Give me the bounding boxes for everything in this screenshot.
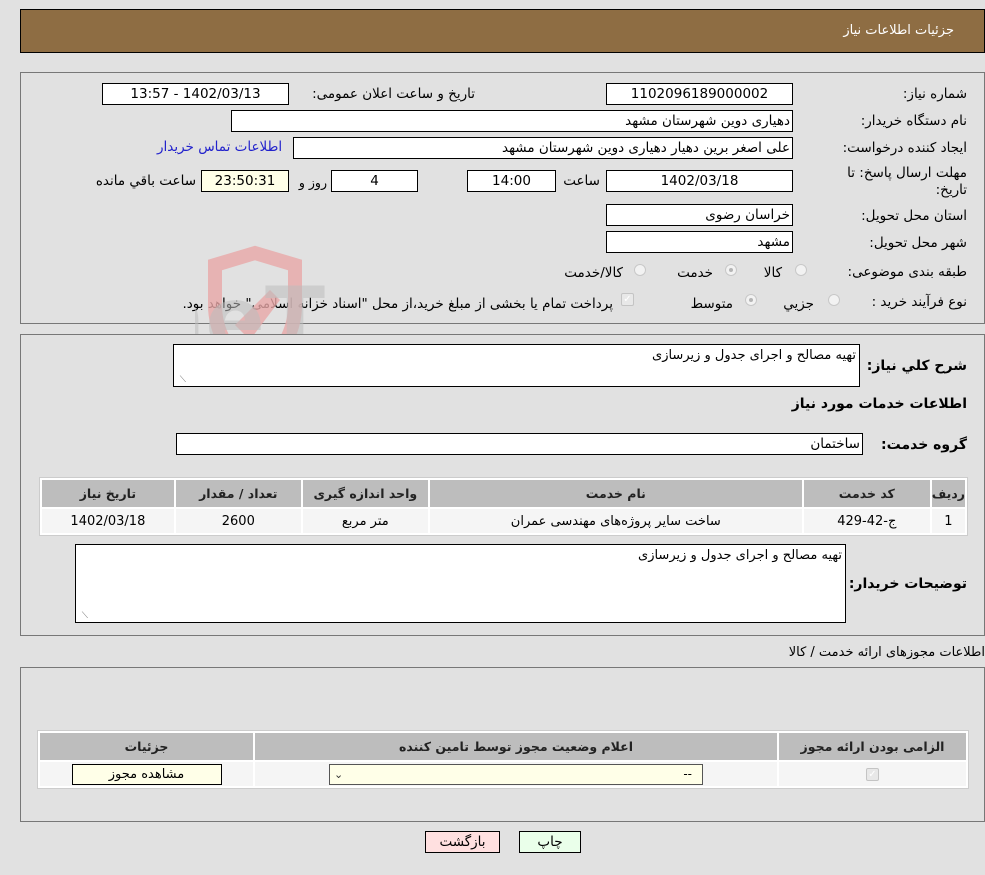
category-option-goods-service: کالا/خدمت: [564, 265, 623, 281]
service-group-label: گروه خدمت:: [881, 437, 967, 453]
category-radio-goods[interactable]: [795, 264, 807, 276]
col-permit-required: الزامی بودن ارائه مجوز: [779, 733, 966, 760]
resize-grip-icon[interactable]: ⟋: [176, 375, 186, 385]
announce-date-label: تاریخ و ساعت اعلان عمومی:: [312, 86, 475, 102]
creator-field: علی اصغر برین دهیار دهیاری دوین شهرستان …: [293, 137, 793, 159]
permits-table: الزامی بودن ارائه مجوز اعلام وضعیت مجوز …: [37, 730, 969, 789]
col-service-name: نام خدمت: [429, 480, 802, 507]
table-row: ✓ -- ⌄ مشاهده مجوز: [40, 762, 966, 786]
treasury-note: پرداخت تمام یا بخشی از مبلغ خرید،از محل …: [182, 296, 613, 312]
cell-service-name: ساخت سایر پروژه‌های مهندسی عمران: [429, 509, 802, 533]
category-radio-service[interactable]: [725, 264, 737, 276]
print-button[interactable]: چاپ: [519, 831, 581, 853]
need-number-label: شماره نیاز:: [902, 86, 967, 102]
permit-status-select[interactable]: -- ⌄: [329, 763, 703, 785]
cell-row-number: 1: [931, 509, 965, 533]
days-remaining-field: 4: [331, 170, 418, 192]
permits-table-header: الزامی بودن ارائه مجوز اعلام وضعیت مجوز …: [40, 733, 966, 760]
buyer-notes-textarea[interactable]: تهیه مصالح و اجرای جدول و زیرسازی ⟋: [75, 544, 846, 623]
page-title: جزئیات اطلاعات نیاز: [843, 23, 954, 38]
permit-status-value: --: [683, 766, 692, 781]
deadline-label-line2: تاریخ:: [935, 182, 967, 198]
buyer-notes-text: تهیه مصالح و اجرای جدول و زیرسازی: [638, 548, 842, 563]
col-row-number: ردیف: [931, 480, 965, 507]
category-option-service: خدمت: [677, 265, 713, 281]
cell-quantity: 2600: [175, 509, 301, 533]
services-table-header: ردیف کد خدمت نام خدمت واحد اندازه گیری ت…: [42, 480, 965, 507]
creator-label: ایجاد کننده درخواست:: [842, 140, 967, 156]
services-heading: اطلاعات خدمات مورد نیاز: [791, 396, 967, 412]
category-label: طبقه بندی موضوعی:: [847, 264, 967, 280]
process-option-minor: جزيي: [783, 296, 814, 312]
buyer-org-label: نام دستگاه خریدار:: [860, 113, 967, 129]
general-description-text: تهیه مصالح و اجرای جدول و زیرسازی: [652, 348, 856, 363]
days-label: روز و: [298, 175, 327, 190]
cell-unit: متر مربع: [302, 509, 428, 533]
general-description-textarea[interactable]: تهیه مصالح و اجرای جدول و زیرسازی ⟋: [173, 344, 860, 387]
buyer-org-field: دهیاری دوین شهرستان مشهد: [231, 110, 793, 132]
process-radio-medium[interactable]: [745, 294, 757, 306]
services-table: ردیف کد خدمت نام خدمت واحد اندازه گیری ت…: [39, 477, 968, 536]
buyer-notes-label: توضیحات خریدار:: [848, 576, 967, 592]
province-label: استان محل تحویل:: [861, 208, 967, 224]
buyer-contact-link[interactable]: اطلاعات تماس خریدار: [157, 139, 282, 155]
process-option-medium: متوسط: [690, 296, 733, 312]
page-header: جزئیات اطلاعات نیاز: [20, 9, 985, 53]
remaining-time-field: 23:50:31: [201, 170, 289, 192]
purchase-process-label: نوع فرآیند خرید :: [871, 294, 967, 310]
col-need-date: تاریخ نیاز: [42, 480, 174, 507]
deadline-time-field: 14:00: [467, 170, 556, 192]
category-option-goods: کالا: [763, 265, 782, 281]
back-button[interactable]: بازگشت: [425, 831, 500, 853]
permits-heading: اطلاعات مجوزهای ارائه خدمت / کالا: [788, 645, 985, 660]
resize-grip-icon[interactable]: ⟋: [78, 611, 88, 621]
cell-service-code: ج-42-429: [803, 509, 930, 533]
treasury-checkbox[interactable]: ✓: [621, 293, 634, 306]
remaining-time-label: ساعت باقي مانده: [95, 173, 196, 189]
announce-date-field: 1402/03/13 - 13:57: [102, 83, 289, 105]
general-description-label: شرح كلي نياز:: [866, 358, 967, 374]
city-label: شهر محل تحویل:: [869, 235, 967, 251]
deadline-date-field: 1402/03/18: [606, 170, 793, 192]
view-permit-button[interactable]: مشاهده مجوز: [71, 763, 222, 785]
deadline-time-label: ساعت: [563, 173, 600, 189]
chevron-down-icon: ⌄: [334, 767, 344, 781]
city-field: مشهد: [606, 231, 793, 253]
col-quantity: تعداد / مقدار: [175, 480, 301, 507]
col-service-code: کد خدمت: [803, 480, 930, 507]
deadline-label: مهلت ارسال پاسخ: تا: [847, 165, 967, 181]
table-row: 1 ج-42-429 ساخت سایر پروژه‌های مهندسی عم…: [42, 509, 965, 533]
need-number-field: 1102096189000002: [606, 83, 793, 105]
province-field: خراسان رضوی: [606, 204, 793, 226]
cell-need-date: 1402/03/18: [42, 509, 174, 533]
col-permit-status: اعلام وضعیت مجوز توسط تامین کننده: [255, 733, 777, 760]
permit-required-checkbox[interactable]: ✓: [866, 767, 879, 781]
col-permit-details: جزئیات: [40, 733, 253, 760]
process-radio-minor[interactable]: [828, 294, 840, 306]
col-unit: واحد اندازه گیری: [302, 480, 428, 507]
service-group-field: ساختمان: [176, 433, 863, 455]
category-radio-goods-service[interactable]: [634, 264, 646, 276]
